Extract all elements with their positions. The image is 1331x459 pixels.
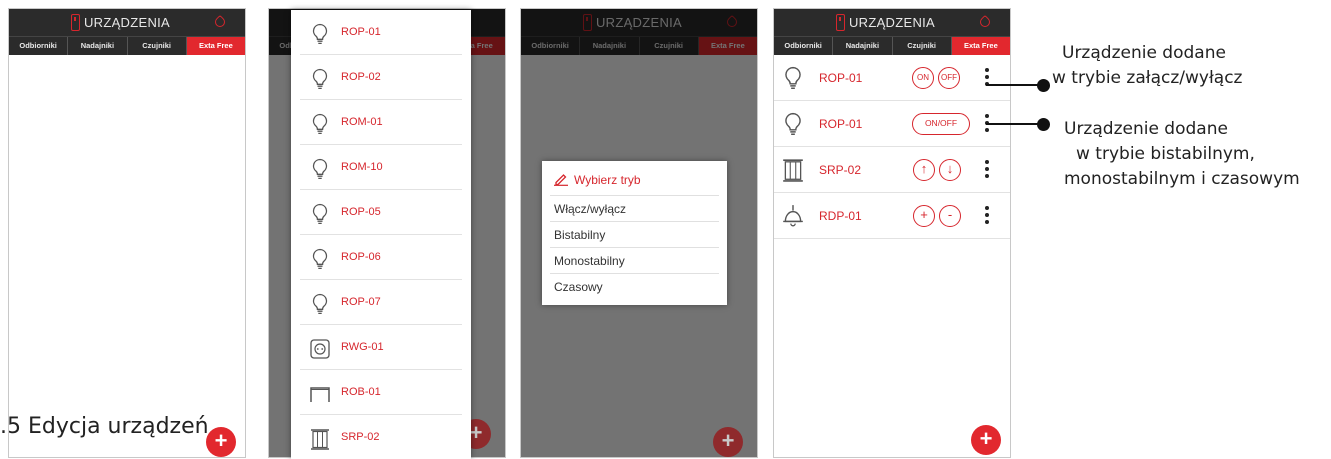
add-device-button[interactable]: +	[206, 427, 236, 457]
annotation-line-2: w trybie bistabilnym,	[1076, 144, 1255, 164]
picker-item[interactable]: ROP-01	[300, 10, 462, 55]
picker-item-label: ROP-07	[341, 296, 381, 308]
decrease-button[interactable]: -	[939, 205, 961, 227]
picker-item-label: ROP-01	[341, 26, 381, 38]
on-off-button[interactable]: ON/OFF	[912, 113, 970, 135]
mode-option-on-off[interactable]: Włącz/wyłącz	[550, 196, 719, 222]
app-header: URZĄDZENIA	[774, 9, 1010, 36]
more-options-icon[interactable]	[985, 160, 989, 180]
tab-nadajniki[interactable]: Nadajniki	[68, 37, 128, 55]
tab-czujniki[interactable]: Czujniki	[128, 37, 187, 55]
screen-device-list: URZĄDZENIA Odbiorniki Nadajniki Czujniki…	[773, 8, 1011, 458]
screen-empty-list: URZĄDZENIA Odbiorniki Nadajniki Czujniki…	[8, 8, 246, 458]
on-button[interactable]: ON	[912, 67, 934, 89]
picker-item[interactable]: RWG-01	[300, 325, 462, 370]
mode-option-monostable[interactable]: Monostabilny	[550, 248, 719, 274]
picker-item[interactable]: ROM-10	[300, 145, 462, 190]
gate-icon	[310, 387, 330, 402]
tab-bar: Odbiorniki Nadajniki Czujniki Exta Free	[774, 36, 1010, 55]
device-name: RDP-01	[819, 209, 862, 223]
bulb-icon	[312, 158, 328, 180]
device-row: SRP-02 ↑ ↓	[774, 147, 1010, 193]
mode-dialog: Wybierz tryb Włącz/wyłącz Bistabilny Mon…	[542, 161, 727, 305]
picker-item-label: ROB-01	[341, 386, 381, 398]
add-device-button[interactable]: +	[971, 425, 1001, 455]
annotation-line-3: monostabilnym i czasowym	[1064, 169, 1300, 189]
picker-item-label: ROP-06	[341, 251, 381, 263]
lamp-icon	[783, 205, 803, 227]
increase-button[interactable]: +	[913, 205, 935, 227]
tab-exta-free[interactable]: Exta Free	[186, 37, 245, 55]
tab-bar: Odbiorniki Nadajniki Czujniki Exta Free	[9, 36, 245, 55]
off-button[interactable]: OFF	[938, 67, 960, 89]
bulb-icon	[312, 68, 328, 90]
device-row: ROP-01 ON/OFF	[774, 101, 1010, 147]
mode-dialog-title: Wybierz tryb	[574, 173, 641, 187]
picker-item-label: ROM-01	[341, 116, 383, 128]
device-name: ROP-01	[819, 71, 863, 85]
add-device-button: +	[713, 427, 743, 457]
app-title: URZĄDZENIA	[83, 15, 171, 30]
blinds-icon	[311, 429, 329, 450]
picker-item[interactable]: ROM-01	[300, 100, 462, 145]
device-name: ROP-01	[819, 117, 863, 131]
bulb-icon	[312, 248, 328, 270]
tab-odbiorniki[interactable]: Odbiorniki	[774, 37, 834, 55]
picker-item-label: ROM-10	[341, 161, 383, 173]
device-row: RDP-01 + -	[774, 193, 1010, 239]
picker-item-label: RWG-01	[341, 341, 384, 353]
mode-dialog-header: Wybierz tryb	[550, 161, 719, 196]
pencil-icon	[554, 174, 568, 186]
picker-item[interactable]: ROP-02	[300, 55, 462, 100]
up-button[interactable]: ↑	[913, 159, 935, 181]
annotation-dot	[1037, 79, 1050, 92]
blinds-icon	[783, 159, 803, 182]
picker-item-label: SRP-02	[341, 431, 380, 443]
picker-item[interactable]: ROP-06	[300, 235, 462, 280]
picker-item[interactable]: ROP-05	[300, 190, 462, 235]
app-header: URZĄDZENIA	[9, 9, 245, 36]
annotation-line-2: w trybie załącz/wyłącz	[1052, 68, 1243, 88]
bulb-icon	[785, 66, 801, 89]
tab-exta-free[interactable]: Exta Free	[951, 37, 1010, 55]
bulb-icon	[312, 203, 328, 225]
socket-icon	[310, 339, 330, 359]
tab-czujniki[interactable]: Czujniki	[893, 37, 952, 55]
annotation-dot	[1037, 118, 1050, 131]
annotation-line-1: Urządzenie dodane	[1064, 119, 1228, 139]
annotation-line	[986, 123, 1042, 125]
tab-nadajniki[interactable]: Nadajniki	[833, 37, 893, 55]
picker-item[interactable]: SRP-02	[300, 415, 462, 459]
tab-odbiorniki[interactable]: Odbiorniki	[9, 37, 69, 55]
picker-item[interactable]: ROP-07	[300, 280, 462, 325]
bulb-icon	[785, 112, 801, 135]
down-button[interactable]: ↓	[939, 159, 961, 181]
page: URZĄDZENIA Odbiorniki Nadajniki Czujniki…	[0, 0, 1331, 459]
device-row: ROP-01 ON OFF	[774, 55, 1010, 101]
mode-option-bistable[interactable]: Bistabilny	[550, 222, 719, 248]
annotation-text: Urządzenie dodane w trybie załącz/wyłącz	[1052, 41, 1242, 91]
annotation-line	[986, 84, 1042, 86]
annotation-line-1: Urządzenie dodane	[1062, 43, 1226, 63]
bulb-icon	[312, 293, 328, 315]
picker-item[interactable]: ROB-01	[300, 370, 462, 415]
annotation-text: Urządzenie dodane w trybie bistabilnym, …	[1064, 117, 1300, 192]
more-options-icon[interactable]	[985, 206, 989, 226]
bulb-icon	[312, 23, 328, 45]
picker-item-label: ROP-05	[341, 206, 381, 218]
mode-option-timed[interactable]: Czasowy	[550, 274, 719, 300]
bulb-icon	[312, 113, 328, 135]
device-name: SRP-02	[819, 163, 862, 177]
app-title: URZĄDZENIA	[848, 15, 936, 30]
device-picker-list: ROP-01 ROP-02 ROM-01 ROM-10 ROP-05 ROP-0…	[291, 10, 471, 459]
picker-item-label: ROP-02	[341, 71, 381, 83]
